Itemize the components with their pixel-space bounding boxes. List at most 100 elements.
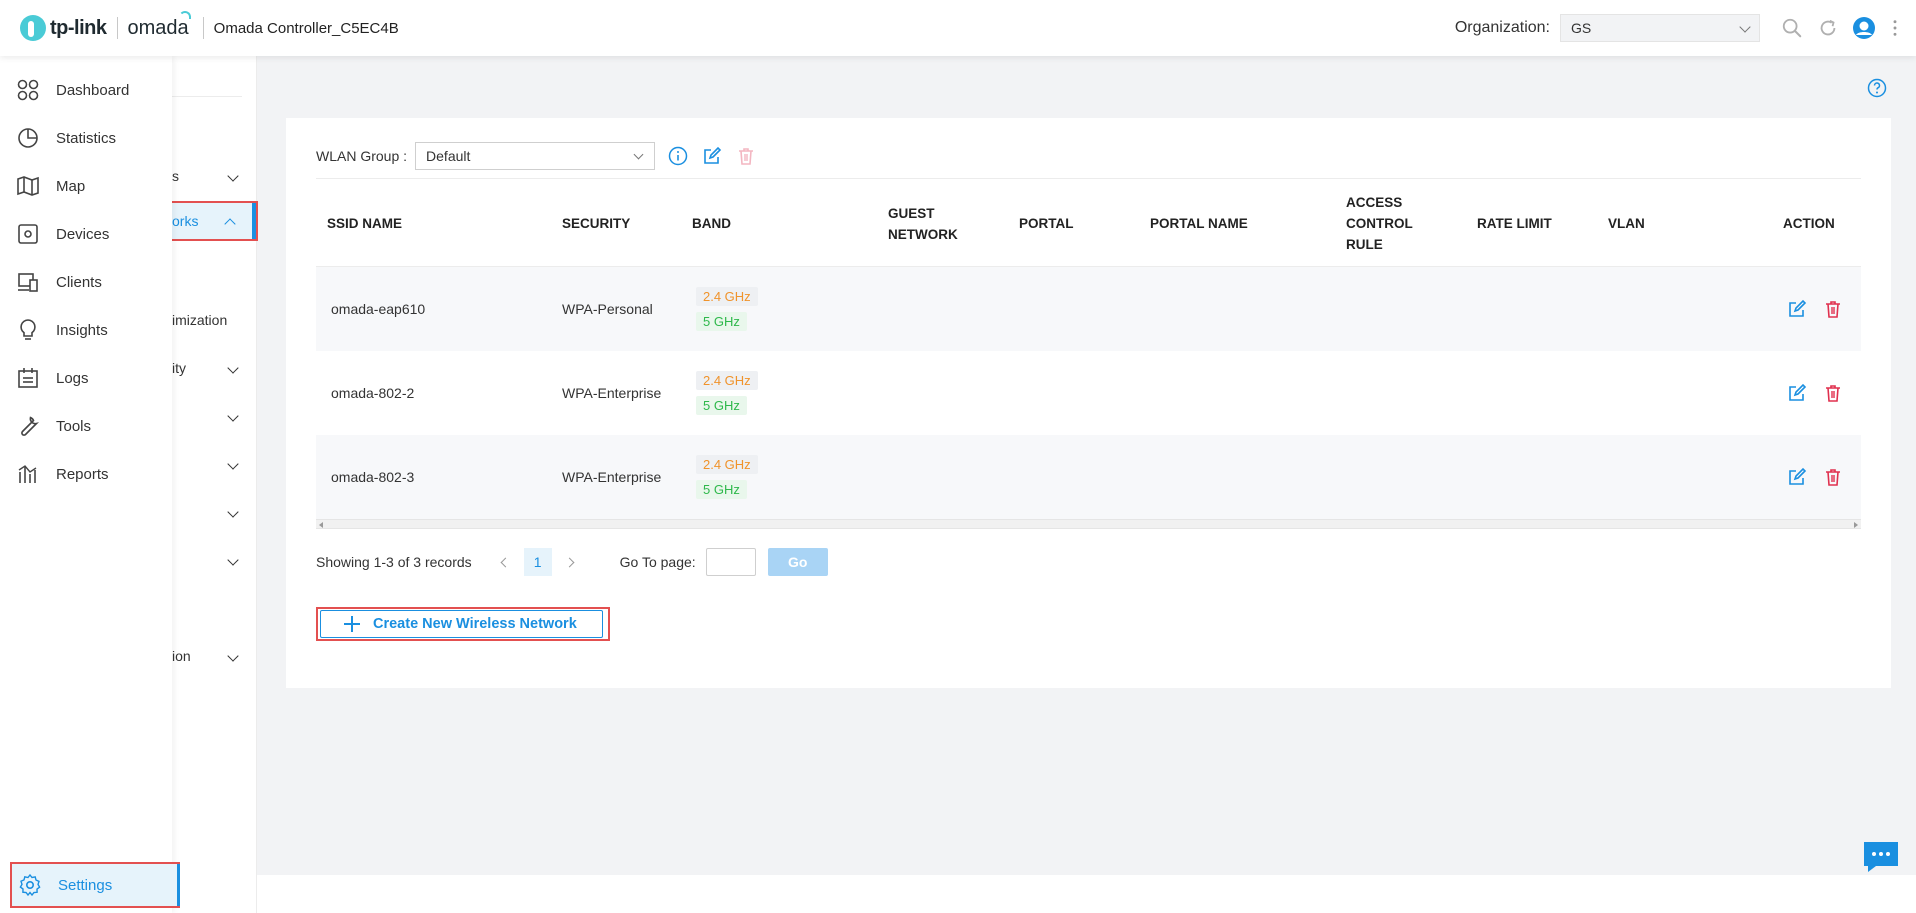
help-icon[interactable] [1867,78,1887,98]
band-24-badge: 2.4 GHz [696,371,758,390]
refresh-icon[interactable] [1816,16,1840,40]
scroll-right-icon[interactable] [1854,522,1858,528]
action-cell [1786,351,1844,435]
wifi-arc-icon [178,10,191,19]
organization-label: Organization: [1454,19,1550,36]
nav-label: Devices [56,225,110,243]
edit-icon[interactable] [1786,298,1808,320]
sub-item-7[interactable] [172,492,257,532]
more-vertical-icon[interactable] [1888,16,1902,40]
nav-item-devices[interactable]: Devices [0,210,172,258]
col-security[interactable]: SECURITY [562,179,630,268]
wlan-group-select[interactable]: Default [415,142,656,170]
next-page-button[interactable] [556,548,584,576]
col-portal-name[interactable]: PORTAL NAME [1150,179,1248,268]
nav-item-map[interactable]: Map [0,162,172,210]
organization-value: GS [1571,20,1592,36]
nav-item-statistics[interactable]: Statistics [0,114,172,162]
nav-item-reports[interactable]: Reports [0,450,172,498]
tplink-logo: tp-link [20,15,107,41]
top-header: tp-link omada Omada Controller_C5EC4B Or… [0,0,1916,56]
action-cell [1786,435,1844,519]
sub-item-security[interactable]: ity [172,348,257,388]
col-band[interactable]: BAND [692,179,731,268]
divider [172,96,242,97]
sub-item-label: orks [172,213,199,229]
nav-label: Clients [56,273,102,291]
footer-strip [257,875,1916,913]
wlan-group-value: Default [426,148,471,164]
nav-item-logs[interactable]: Logs [0,354,172,402]
col-portal[interactable]: PORTAL [1019,179,1074,268]
nav-item-tools[interactable]: Tools [0,402,172,450]
table-header: SSID NAME SECURITY BAND GUEST NETWORK PO… [316,178,1861,267]
ssid-cell: omada-eap610 [331,301,426,317]
sub-item-optimization[interactable]: imization [172,300,257,340]
nav-item-clients[interactable]: Clients [0,258,172,306]
logo-divider [116,17,118,39]
delete-disabled-icon [739,148,754,165]
edit-icon[interactable] [1786,382,1808,404]
delete-icon[interactable] [1822,382,1844,404]
create-new-wireless-network-button[interactable]: Create New Wireless Network [320,610,603,638]
nav-label: Dashboard [56,81,130,99]
wlan-group-label: WLAN Group : [316,148,408,164]
sub-item-label: s [172,168,179,184]
delete-icon[interactable] [1822,298,1844,320]
sub-item-6[interactable] [172,444,257,484]
organization-select[interactable]: GS [1560,14,1760,42]
statistics-icon [18,128,38,148]
band-cell: 2.4 GHz 5 GHz [696,267,758,351]
settings-sub-navigation: s orks imization ity ion [170,56,258,913]
insights-icon [20,319,36,340]
create-button-highlight: Create New Wireless Network [316,607,610,641]
sub-item-wireless-networks[interactable]: orks [170,201,258,241]
col-rate-limit[interactable]: RATE LIMIT [1477,179,1552,268]
omada-logo: omada [127,10,191,40]
col-access-control-rule[interactable]: ACCESS CONTROL RULE [1346,179,1426,268]
band-cell: 2.4 GHz 5 GHz [696,351,758,435]
table-row: omada-802-2 WPA-Enterprise 2.4 GHz 5 GHz [316,351,1861,435]
user-avatar-icon[interactable] [1852,16,1876,40]
create-button-label: Create New Wireless Network [373,616,577,632]
sub-item-8[interactable] [172,540,257,580]
table-row: omada-802-3 WPA-Enterprise 2.4 GHz 5 GHz [316,435,1861,519]
sub-item-5[interactable] [172,396,257,436]
chat-icon[interactable] [1862,840,1900,874]
delete-icon[interactable] [1822,466,1844,488]
go-button[interactable]: Go [767,548,828,576]
nav-item-insights[interactable]: Insights [0,306,172,354]
info-icon[interactable] [667,145,689,167]
table-row: omada-eap610 WPA-Personal 2.4 GHz 5 GHz [316,267,1861,351]
col-action: ACTION [1783,216,1835,231]
ssid-cell: omada-802-3 [331,469,415,485]
nav-item-settings[interactable]: Settings [10,862,180,908]
logo[interactable]: tp-link omada Omada Controller_C5EC4B [20,10,399,41]
wlan-card: WLAN Group : Default SSID NAME SECURITY … [286,118,1891,688]
search-icon[interactable] [1780,16,1804,40]
sub-item-label: ity [172,360,186,376]
chevron-left-icon [500,557,511,567]
action-cell [1786,267,1844,351]
band-5-badge: 5 GHz [696,396,747,415]
sub-item-1[interactable]: s [172,156,257,196]
edit-icon[interactable] [1786,466,1808,488]
dashboard-icon [17,79,39,101]
prev-page-button[interactable] [492,548,520,576]
col-ssid-name[interactable]: SSID NAME [327,179,402,268]
chevron-right-icon [564,557,575,567]
page-number-button[interactable]: 1 [523,548,552,576]
nav-item-dashboard[interactable]: Dashboard [0,66,172,114]
tools-icon [21,416,40,436]
goto-page-input[interactable] [705,548,756,576]
horizontal-scrollbar[interactable] [316,519,1861,529]
edit-icon[interactable] [701,145,723,167]
col-guest-network[interactable]: GUEST NETWORK [888,179,968,268]
left-navigation: Dashboard Statistics Map Devices Clients… [0,56,180,913]
product-text: omada [127,16,189,39]
nav-label: Tools [56,417,92,435]
sub-item-9[interactable]: ion [172,636,257,676]
col-vlan[interactable]: VLAN [1608,179,1645,268]
scroll-left-icon[interactable] [319,522,323,528]
controller-name: Omada Controller_C5EC4B [213,19,399,37]
